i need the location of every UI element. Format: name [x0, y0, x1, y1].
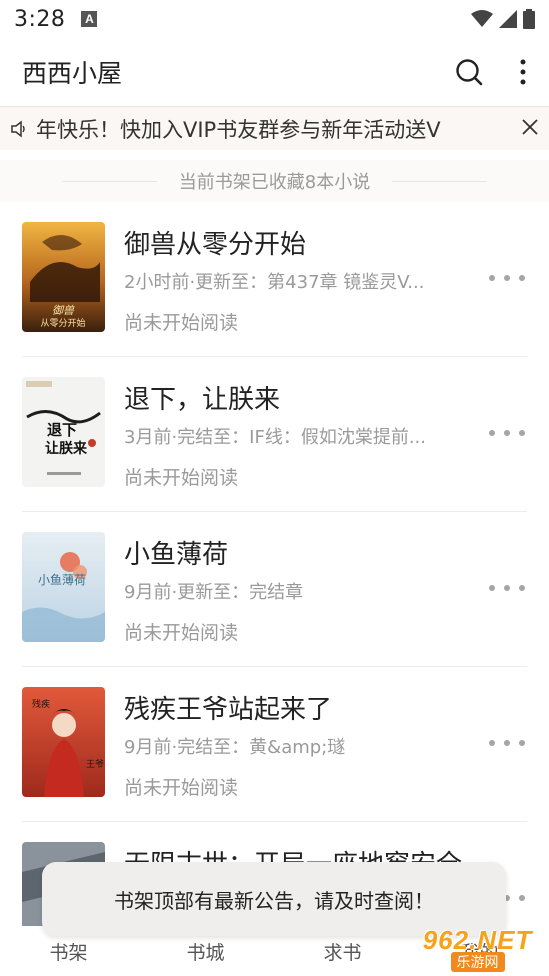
book-list: 御兽 从零分开始 御兽从零分开始 2小时前·更新至：第437章 镜鉴灵V... …	[0, 202, 549, 976]
notification-a-icon: A	[81, 11, 98, 27]
book-read-status: 尚未开始阅读	[124, 312, 239, 334]
more-vertical-icon	[520, 59, 526, 85]
divider-right	[392, 180, 488, 182]
watermark-logo: 962.NET 乐游网	[410, 922, 545, 974]
book-item[interactable]: 退下 让朕来 退下，让朕来 3月前·完结至：IF线：假如沈棠提前... 尚未开始…	[22, 357, 527, 512]
notice-close-button[interactable]	[521, 118, 539, 140]
shelf-count-text: 当前书架已收藏8本小说	[178, 172, 371, 193]
watermark-logo-text: 962.NET	[422, 924, 533, 955]
page-title: 西西小屋	[22, 59, 123, 88]
book-update-info: 9月前·更新至：完结章	[124, 582, 304, 603]
book-title: 退下，让朕来	[124, 385, 281, 415]
book-title: 小鱼薄荷	[124, 540, 229, 570]
notice-text: 年快乐！快加入VIP书友群参与新年活动送V	[36, 117, 441, 142]
book-title: 御兽从零分开始	[124, 230, 307, 260]
book-more-button[interactable]	[489, 268, 525, 288]
svg-text:让朕来: 让朕来	[45, 440, 88, 457]
svg-text:御兽: 御兽	[52, 304, 75, 317]
speaker-icon	[11, 119, 25, 138]
book-cover: 小鱼薄荷	[22, 532, 105, 642]
book-more-button[interactable]	[489, 578, 525, 598]
book-update-info: 9月前·完结至：黄&amp;璲	[124, 737, 346, 758]
nav-bookstore[interactable]: 书城	[137, 938, 274, 965]
search-button[interactable]	[455, 58, 483, 86]
book-cover: 御兽 从零分开始	[22, 222, 105, 332]
book-cover-image: 小鱼薄荷	[22, 532, 105, 642]
svg-text:从零分开始: 从零分开始	[40, 317, 85, 329]
more-menu-button[interactable]	[519, 59, 527, 85]
book-cover-image: 残疾 王爷	[22, 687, 105, 797]
status-bar: 3:28 A	[0, 0, 549, 38]
nav-request-book[interactable]: 求书	[274, 938, 411, 965]
watermark-sub-text: 乐游网	[450, 951, 505, 972]
book-more-button[interactable]	[489, 733, 525, 753]
book-cover: 退下 让朕来	[22, 377, 105, 487]
status-indicators	[471, 9, 535, 29]
book-title: 残疾王爷站起来了	[124, 695, 333, 725]
divider-left	[61, 180, 157, 182]
svg-text:残疾: 残疾	[32, 698, 50, 710]
search-icon	[456, 59, 483, 86]
book-read-status: 尚未开始阅读	[124, 467, 239, 489]
book-more-button[interactable]	[489, 423, 525, 443]
battery-icon	[523, 9, 535, 29]
book-update-info: 2小时前·更新至：第437章 镜鉴灵V...	[124, 272, 425, 293]
book-item[interactable]: 御兽 从零分开始 御兽从零分开始 2小时前·更新至：第437章 镜鉴灵V... …	[22, 202, 527, 357]
signal-icon	[499, 10, 517, 28]
toast-text: 书架顶部有最新公告，请及时查阅！	[114, 888, 434, 913]
svg-text:王爷: 王爷	[86, 758, 104, 770]
shelf-count-info: 当前书架已收藏8本小说	[0, 160, 549, 202]
book-cover-image: 退下 让朕来	[22, 377, 105, 487]
book-update-info: 3月前·完结至：IF线：假如沈棠提前...	[124, 427, 426, 448]
book-cover: 残疾 王爷	[22, 687, 105, 797]
book-item[interactable]: 残疾 王爷 残疾王爷站起来了 9月前·完结至：黄&amp;璲 尚未开始阅读	[22, 667, 527, 822]
book-item[interactable]: 小鱼薄荷 小鱼薄荷 9月前·更新至：完结章 尚未开始阅读	[22, 512, 527, 667]
notice-bar[interactable]: 年快乐！快加入VIP书友群参与新年活动送V	[0, 106, 549, 150]
svg-text:退下: 退下	[47, 421, 77, 439]
book-read-status: 尚未开始阅读	[124, 622, 239, 644]
wifi-icon	[471, 10, 493, 27]
book-cover-image: 御兽 从零分开始	[22, 222, 105, 332]
status-time: 3:28	[14, 6, 66, 32]
close-icon	[522, 118, 538, 135]
book-read-status: 尚未开始阅读	[124, 777, 239, 799]
nav-bookshelf[interactable]: 书架	[0, 938, 137, 965]
app-bar: 西西小屋	[0, 38, 549, 106]
svg-text:小鱼薄荷: 小鱼薄荷	[38, 572, 86, 587]
